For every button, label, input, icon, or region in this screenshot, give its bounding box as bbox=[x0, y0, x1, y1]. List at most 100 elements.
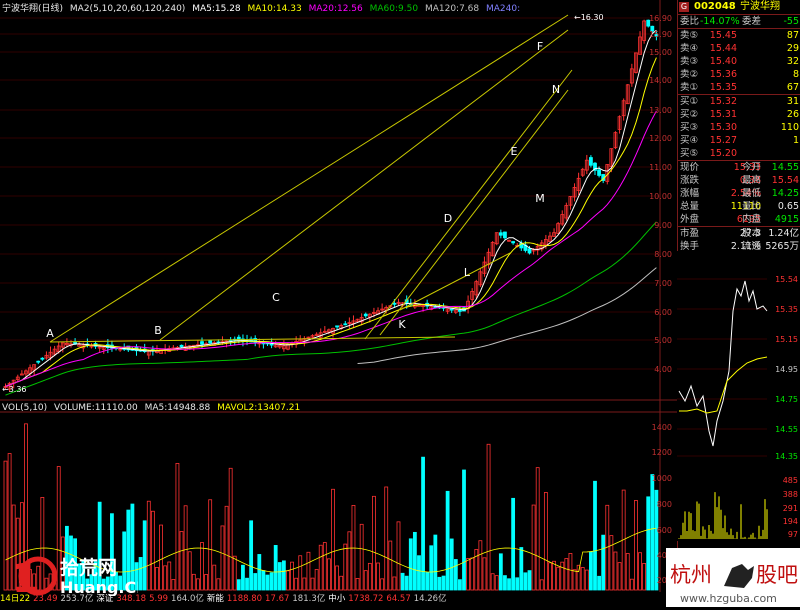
candlestick-chart[interactable]: 16.90 15.90 15.00 14.00 13.00 12.00 11.00 10.00… bbox=[0, 0, 677, 592]
weicha-value: -55 bbox=[783, 16, 799, 27]
candle-body bbox=[498, 232, 503, 236]
volume-bar bbox=[245, 577, 249, 591]
ticker-item: 14.26亿 bbox=[413, 594, 447, 604]
logo-right-text-b: 股吧 bbox=[756, 563, 798, 587]
bid-level-5: 买⑤ 15.20 bbox=[680, 148, 737, 159]
volume-bar bbox=[441, 575, 446, 591]
candle-body bbox=[335, 325, 339, 328]
candle-body bbox=[269, 343, 274, 346]
mini-price-tick: 14.35 bbox=[775, 452, 798, 461]
volume-bar bbox=[241, 564, 245, 591]
logo-right-text-a: 杭州 bbox=[670, 563, 712, 587]
volume-bar bbox=[400, 572, 405, 591]
logo-left-text: 拾荒网 bbox=[60, 556, 117, 579]
price-tick: 15.90 bbox=[649, 30, 672, 39]
ask-level-4: 卖④ 15.44 29 bbox=[680, 43, 799, 54]
candle-body bbox=[200, 341, 204, 345]
ask-level-3: 卖③ 15.40 32 bbox=[680, 56, 799, 67]
volume-bar bbox=[503, 575, 507, 591]
stat-row-4-label: 外盘 bbox=[680, 214, 700, 225]
ma60-value: MA60:9.50 bbox=[369, 4, 419, 14]
ticker-item: 164.0亿 bbox=[171, 594, 204, 604]
vol-ma5: MA5:14948.88 bbox=[144, 403, 211, 413]
candle-body bbox=[458, 310, 462, 312]
volume-bar bbox=[142, 520, 147, 591]
volume-bar bbox=[257, 554, 262, 591]
ticker-item: 1738.72 bbox=[348, 594, 384, 604]
svg-text:1: 1 bbox=[12, 556, 40, 596]
bid-levels: 买① 15.32 31 买② 15.31 26 买③ 15.30 110 买④ 15.27 1 买⑤ 15… bbox=[678, 95, 800, 160]
volume-bar bbox=[498, 553, 503, 591]
price-tick: 8.00 bbox=[654, 250, 672, 259]
price-tick: 12.00 bbox=[649, 134, 672, 143]
volume-bar bbox=[449, 538, 454, 591]
weibi-row: 委比 -14.07% 委差 -55 bbox=[678, 15, 800, 28]
volume-bar bbox=[249, 520, 254, 591]
volume-bar bbox=[507, 578, 511, 591]
volume-bar bbox=[261, 570, 266, 591]
intraday-chart[interactable]: 15.54 15.35 15.15 14.95 14.75 14.55 14.35 485 38… bbox=[677, 251, 800, 541]
candle-body bbox=[503, 231, 507, 239]
volume-tick: 800 bbox=[657, 500, 672, 509]
ask-level-2: 卖② 15.36 8 bbox=[680, 69, 799, 80]
mini-price-tick: 15.54 bbox=[775, 275, 798, 284]
volume-bar bbox=[601, 534, 606, 591]
stat-row-4: 外盘 6195 内盘 4915 bbox=[680, 214, 799, 225]
volume-tick: 1000 bbox=[652, 474, 672, 483]
candle-body bbox=[208, 340, 213, 344]
volume-bar bbox=[437, 576, 442, 591]
volume-bar bbox=[138, 557, 143, 591]
volume-tick: 1200 bbox=[652, 448, 672, 457]
ticker-item: 中小 bbox=[328, 594, 346, 604]
price-tick: 11.00 bbox=[649, 163, 672, 172]
volume-bar bbox=[236, 579, 241, 591]
low-marker: ←3.36 bbox=[2, 385, 27, 394]
mini-price-tick: 14.75 bbox=[775, 395, 798, 404]
point-label-K: K bbox=[398, 318, 406, 331]
mini-price-tick: 14.55 bbox=[775, 425, 798, 434]
volume-bar bbox=[265, 574, 270, 591]
point-label-B: B bbox=[154, 324, 162, 337]
volume-tick: 1400 bbox=[652, 423, 672, 432]
volume-bar bbox=[458, 579, 462, 591]
stat-row-1-label: 涨跌 bbox=[680, 175, 700, 186]
point-label-E: E bbox=[511, 145, 518, 158]
vol-label: VOL(5,10) bbox=[2, 403, 48, 413]
stat-row-3-label: 总量 bbox=[680, 201, 700, 212]
volume-bar bbox=[650, 474, 655, 591]
quote-stats: 现价 15.33 今开 14.55 涨跌 0.38 最高 15.54 涨幅 2.54% 最低 14.2… bbox=[678, 161, 800, 226]
candle-body bbox=[343, 323, 348, 326]
stock-code[interactable]: 002048 bbox=[694, 0, 736, 14]
candle-body bbox=[40, 357, 45, 360]
candle-body bbox=[597, 169, 601, 176]
volume-bar bbox=[408, 538, 413, 591]
volume-header: VOL(5,10) VOLUME:11110.00 MA5:14948.88 M… bbox=[2, 403, 304, 413]
volume-bar bbox=[269, 572, 274, 591]
site-logo-right: 杭州 股吧 www.hzguba.com bbox=[666, 548, 800, 607]
candle-body bbox=[527, 248, 532, 254]
volume-bar bbox=[412, 531, 417, 591]
volume-bar bbox=[421, 456, 425, 591]
site-logo-left: 1 拾荒网 Huang.CN bbox=[8, 548, 150, 602]
volume-bar bbox=[425, 571, 430, 591]
price-tick: 9.00 bbox=[654, 221, 672, 230]
ma-params: MA2(5,10,20,60,120,240) bbox=[69, 4, 186, 14]
logo-left-sub: Huang.CN bbox=[60, 578, 138, 596]
price-tick: 10.00 bbox=[649, 192, 672, 201]
volume-bar bbox=[417, 555, 421, 591]
fund-row-0: 市盈 27.3 股本 1.24亿 bbox=[680, 228, 799, 239]
volume-bar bbox=[433, 534, 438, 591]
mini-vol-tick: 291 bbox=[783, 504, 798, 513]
candle-body bbox=[589, 157, 593, 166]
weicha-label: 委差 bbox=[742, 16, 762, 27]
ma20-value: MA20:12.56 bbox=[308, 4, 363, 14]
ma10-value: MA10:14.33 bbox=[247, 4, 302, 14]
volume-bar bbox=[519, 547, 524, 591]
volume-bar bbox=[281, 560, 286, 591]
stock-name[interactable]: 宁波华翔 bbox=[740, 0, 780, 14]
volume-tick: 600 bbox=[657, 526, 672, 535]
price-tick: 15.00 bbox=[649, 48, 672, 57]
volume-bar bbox=[527, 570, 532, 591]
stat-row-3: 总量 11110 量比 0.65 bbox=[680, 201, 799, 212]
ma240-value: MA240: bbox=[486, 4, 521, 14]
